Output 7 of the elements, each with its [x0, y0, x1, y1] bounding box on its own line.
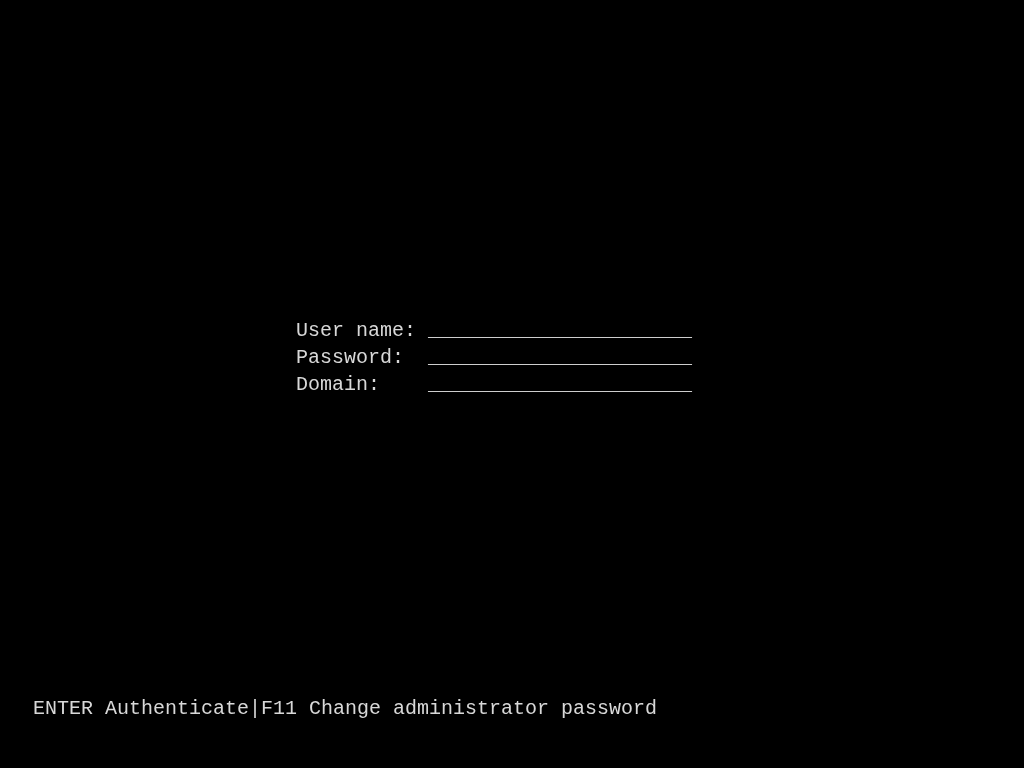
- key-hints: ENTER Authenticate|F11 Change administrator password: [33, 697, 658, 720]
- input-field[interactable]: ______________________: [428, 371, 693, 398]
- field-label: User name:: [296, 318, 418, 344]
- field-label: Password:: [296, 345, 406, 371]
- input-field[interactable]: ______________________: [428, 344, 693, 371]
- field-label: Domain:: [296, 372, 381, 398]
- input-field[interactable]: ______________________: [428, 317, 693, 344]
